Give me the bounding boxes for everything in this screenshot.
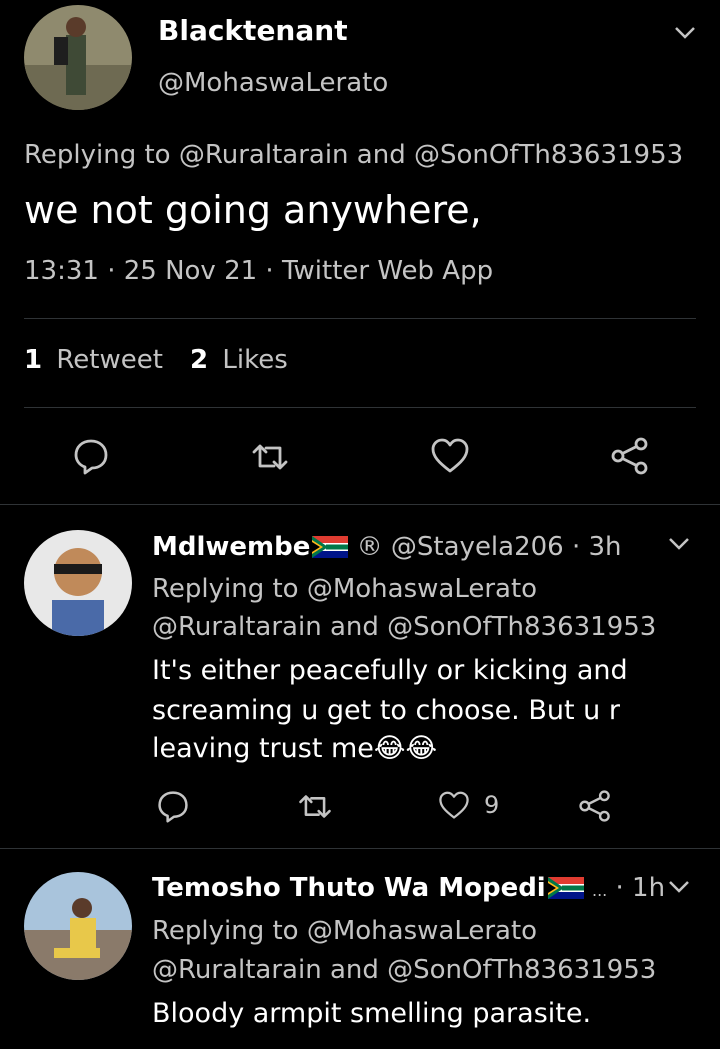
reply-time: · 1h	[615, 873, 666, 903]
reply-author-line[interactable]: Mdlwembe ® @Stayela206 · 3h	[152, 532, 622, 562]
author-handle[interactable]: @MohaswaLerato	[158, 68, 388, 98]
like-label: Likes	[222, 345, 288, 375]
avatar-photo	[24, 872, 132, 980]
divider	[24, 407, 696, 408]
reply-text: leaving trust me😂😂	[152, 733, 438, 764]
reply-author-handle: @Stayela206	[390, 532, 564, 562]
like-count: 9	[484, 791, 500, 819]
tweet-meta: 13:31 · 25 Nov 21 · Twitter Web App	[24, 256, 494, 286]
reply-icon[interactable]	[156, 789, 190, 823]
avatar-photo	[24, 530, 132, 636]
divider	[0, 848, 720, 849]
reply-text: screaming u get to choose. But u r	[152, 695, 620, 726]
share-icon[interactable]	[578, 789, 612, 823]
chevron-down-icon[interactable]	[674, 26, 696, 40]
divider	[24, 318, 696, 319]
chevron-down-icon[interactable]	[668, 537, 690, 551]
reply-avatar[interactable]	[24, 530, 132, 636]
more-badge: ...	[592, 881, 608, 900]
heart-icon[interactable]	[430, 438, 470, 474]
like-stats[interactable]: 2 Likes	[190, 345, 288, 375]
reply-replying-to[interactable]: @Ruraltarain and @SonOfTh83631953	[152, 955, 656, 985]
reply-author-name: Mdlwembe	[152, 532, 311, 562]
like-count: 2	[190, 345, 209, 375]
heart-icon[interactable]	[438, 791, 470, 820]
south-africa-flag-icon	[547, 877, 584, 899]
reply-text: It's either peacefully or kicking and	[152, 655, 628, 686]
reply-time: · 3h	[571, 532, 622, 562]
reply-replying-to[interactable]: Replying to @MohaswaLerato	[152, 916, 537, 946]
reply-text: Bloody armpit smelling parasite.	[152, 998, 592, 1029]
retweet-count: 1	[24, 345, 43, 375]
reply-replying-to[interactable]: Replying to @MohaswaLerato	[152, 574, 537, 604]
reply-author-name: Temosho Thuto Wa Mopedi	[152, 873, 546, 903]
replying-to[interactable]: Replying to @Ruraltarain and @SonOfTh836…	[24, 140, 683, 170]
share-icon[interactable]	[610, 436, 650, 476]
author-name[interactable]: Blacktenant	[158, 14, 348, 47]
registered-badge: ®	[356, 532, 383, 562]
retweet-icon[interactable]	[295, 791, 335, 822]
author-avatar[interactable]	[24, 5, 132, 110]
reply-author-line[interactable]: Temosho Thuto Wa Mopedi ... · 1h	[152, 873, 665, 903]
reply-icon[interactable]	[72, 437, 110, 475]
avatar-photo	[24, 5, 132, 110]
retweet-icon[interactable]	[248, 440, 292, 474]
retweet-stats[interactable]: 1 Retweet	[24, 345, 163, 375]
divider	[0, 504, 720, 505]
reply-avatar[interactable]	[24, 872, 132, 980]
chevron-down-icon[interactable]	[668, 880, 690, 894]
tweet-text: we not going anywhere,	[24, 188, 482, 232]
south-africa-flag-icon	[312, 536, 349, 558]
reply-replying-to[interactable]: @Ruraltarain and @SonOfTh83631953	[152, 612, 656, 642]
retweet-label: Retweet	[56, 345, 163, 375]
